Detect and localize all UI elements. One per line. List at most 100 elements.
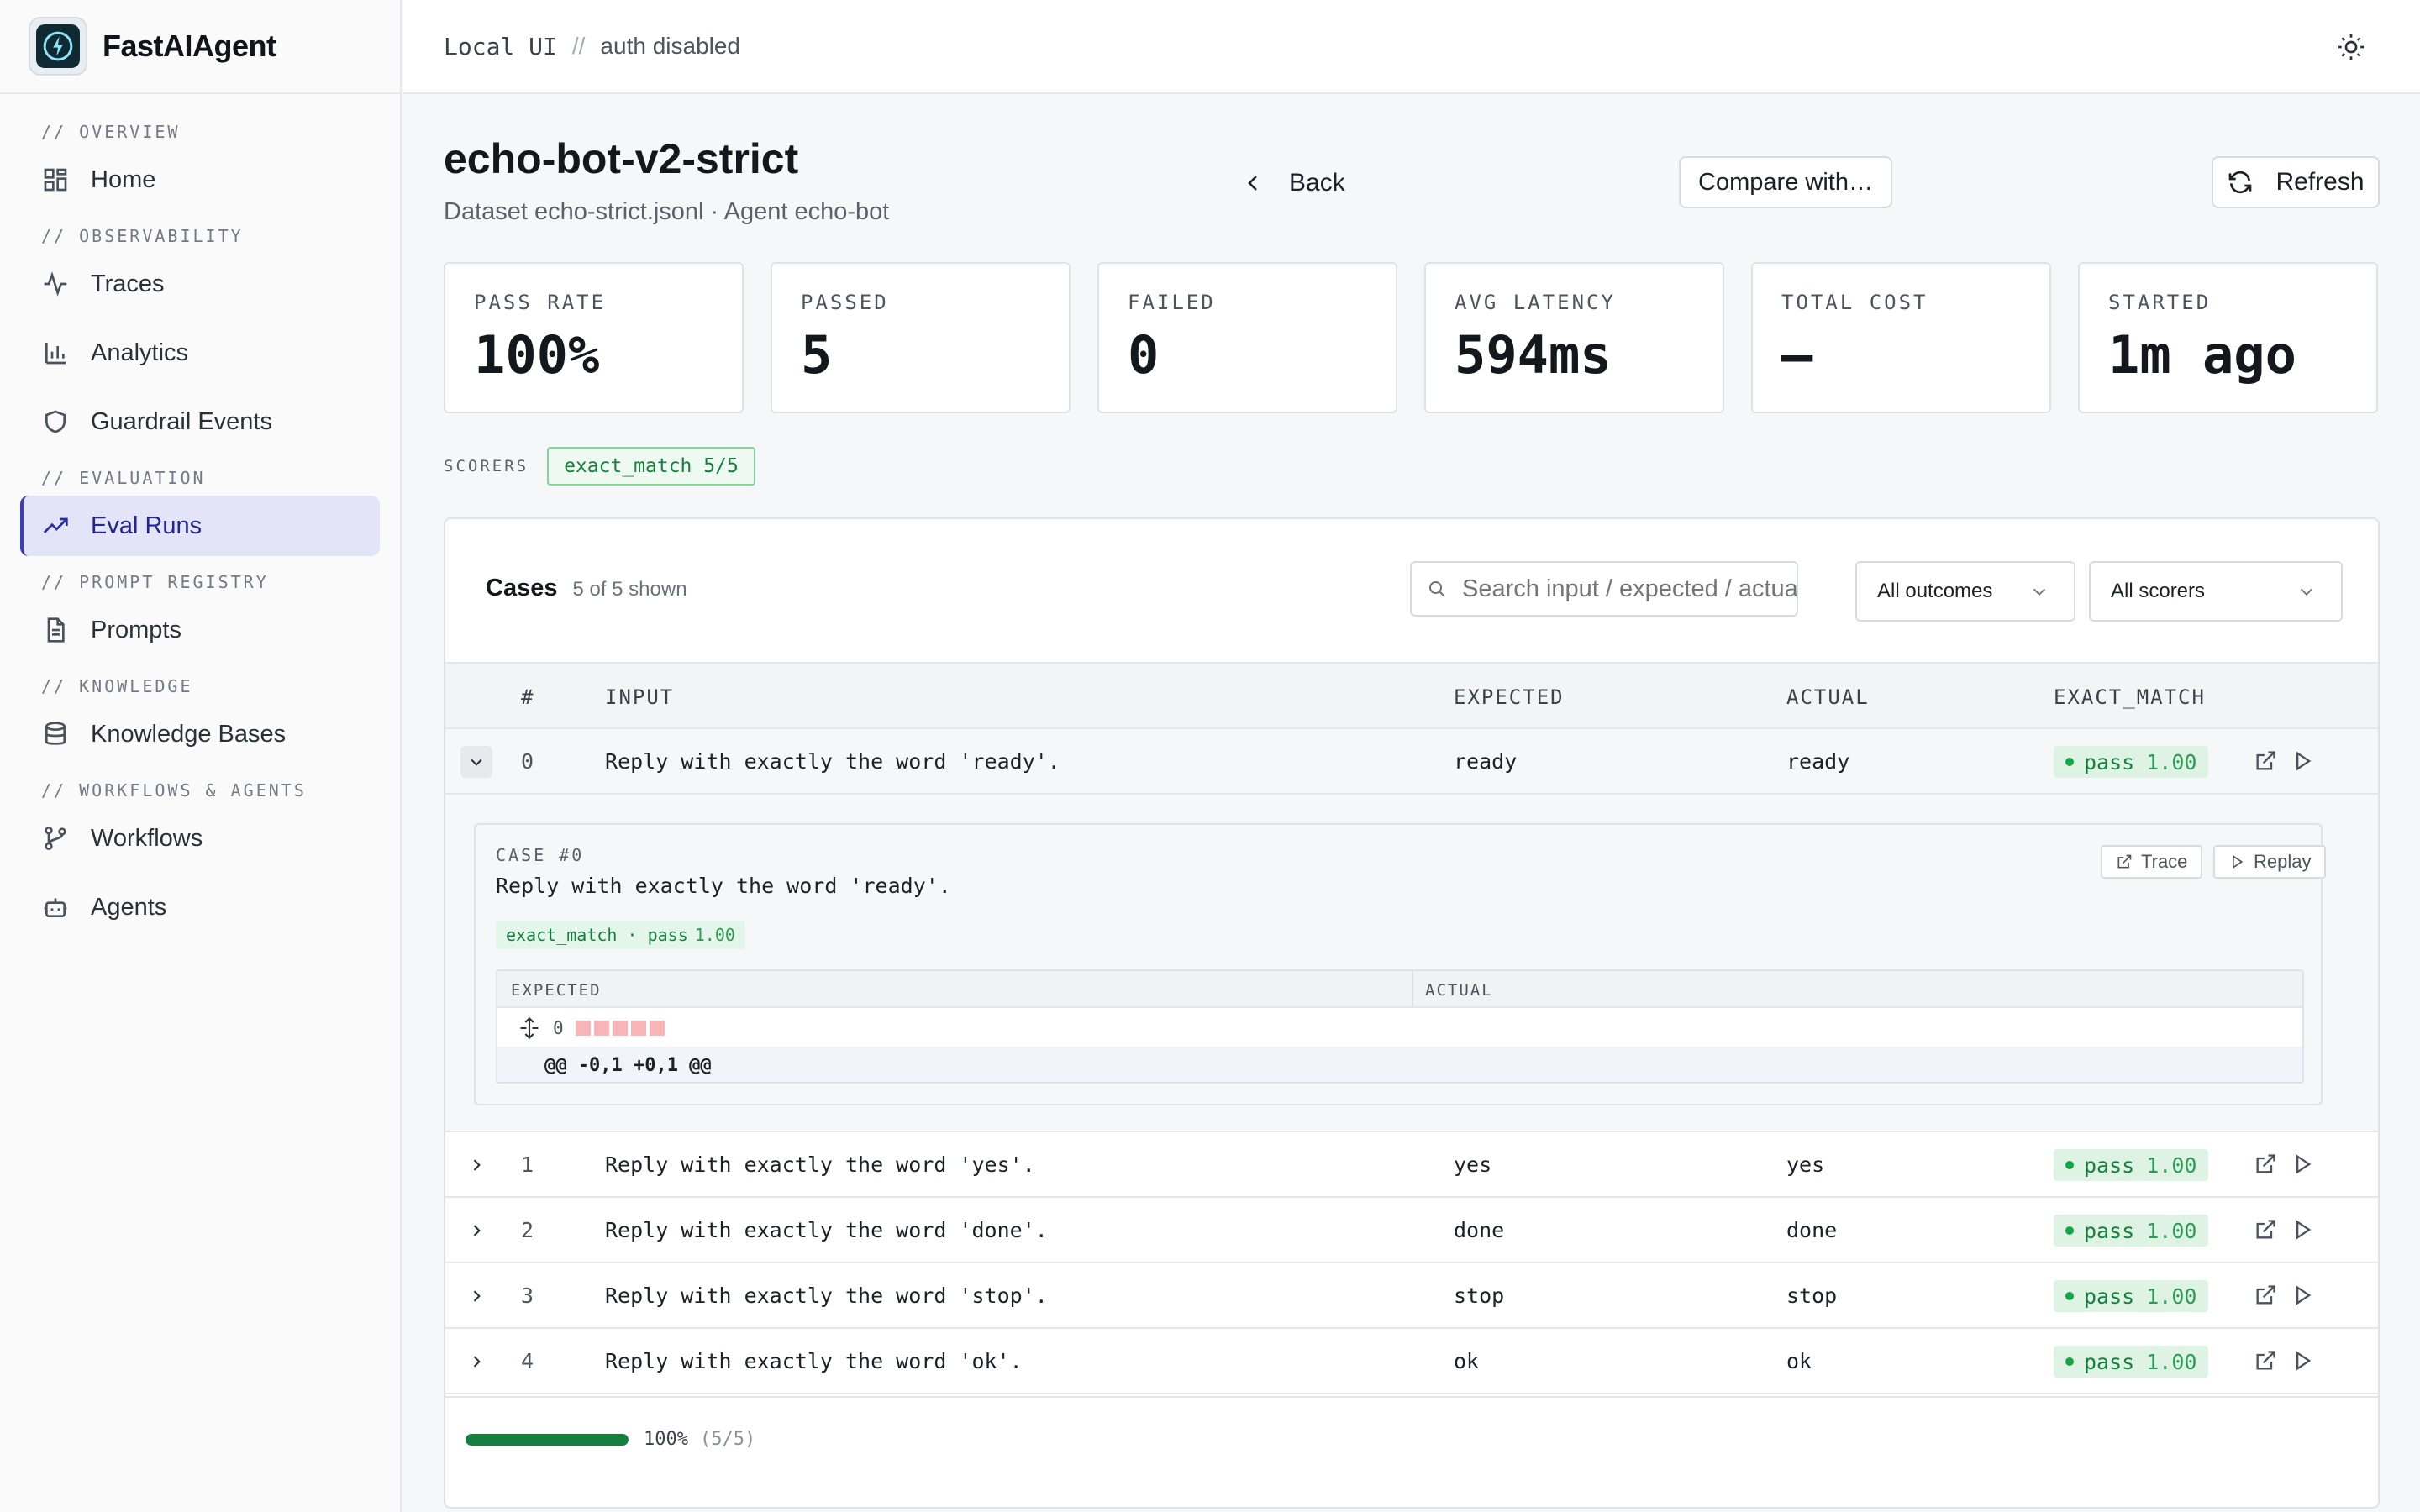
sidebar-item-guardrail-events[interactable]: Guardrail Events (20, 391, 380, 452)
replay-detail-button[interactable]: Replay (2213, 845, 2327, 879)
scorer-chip[interactable]: exact_match 5/5 (547, 447, 755, 486)
row-expected: ok (1454, 1349, 1480, 1373)
open-trace-button[interactable] (2254, 1284, 2277, 1307)
replay-label: Replay (2254, 851, 2312, 872)
stat-value: 5 (801, 324, 833, 386)
sidebar-item-prompts[interactable]: Prompts (20, 600, 380, 660)
table-row[interactable]: 2 Reply with exactly the word 'done'. do… (445, 1198, 2378, 1263)
scorer-filter-value: All scorers (2111, 580, 2206, 602)
expand-toggle[interactable] (460, 1280, 492, 1312)
replay-button[interactable] (2291, 1152, 2314, 1176)
stat-value: — (1781, 324, 1813, 386)
sidebar-item-agents[interactable]: Agents (20, 877, 380, 937)
sidebar-item-analytics[interactable]: Analytics (20, 323, 380, 383)
topbar-separator: // (571, 33, 586, 59)
chevron-right-icon (473, 1290, 481, 1302)
table-row[interactable]: 3 Reply with exactly the word 'stop'. st… (445, 1263, 2378, 1329)
row-num: 0 (521, 749, 534, 774)
external-link-icon (2256, 1154, 2275, 1173)
case-detail-row: CASE #0 Reply with exactly the word 'rea… (445, 795, 2378, 1132)
sun-icon[interactable] (2336, 32, 2366, 62)
outcome-badge: pass 1.00 (2054, 1280, 2208, 1312)
sidebar-item-label: Eval Runs (91, 512, 203, 539)
score-value: 1.00 (2146, 749, 2197, 774)
open-trace-button[interactable] (2254, 749, 2277, 773)
outcome-badge: pass 1.00 (2054, 1346, 2208, 1378)
back-button[interactable]: Back (1244, 158, 1345, 208)
page-title: echo-bot-v2-strict (444, 135, 799, 182)
diff-actual-header: ACTUAL (1425, 981, 1493, 1000)
table-row[interactable]: 1 Reply with exactly the word 'yes'. yes… (445, 1132, 2378, 1198)
sidebar-item-label: Guardrail Events (91, 407, 272, 435)
sidebar-item-home[interactable]: Home (20, 150, 380, 210)
row-input: Reply with exactly the word 'done'. (605, 1218, 1048, 1242)
logo (29, 17, 87, 76)
scorer-result-name: exact_match · pass (506, 925, 688, 945)
search-box[interactable] (1410, 561, 1798, 617)
search-input[interactable] (1462, 575, 1797, 603)
database-icon (45, 722, 66, 745)
row-num: 3 (521, 1284, 534, 1308)
replay-button[interactable] (2291, 1349, 2314, 1373)
sidebar-item-workflows[interactable]: Workflows (20, 808, 380, 869)
collapse-toggle[interactable] (460, 746, 492, 778)
sidebar-item-eval-runs[interactable]: Eval Runs (20, 496, 380, 556)
search-icon (1429, 581, 1445, 597)
row-expected: yes (1454, 1152, 1492, 1177)
expand-lines-icon[interactable] (518, 1016, 541, 1040)
row-expected: ready (1454, 749, 1518, 774)
progress-percent: 100% (644, 1429, 688, 1450)
expand-toggle[interactable] (460, 1346, 492, 1378)
outcome-label: pass (2084, 1349, 2135, 1374)
bot-icon (44, 898, 67, 917)
sidebar-item-label: Agents (91, 893, 167, 921)
topbar-auth-status: auth disabled (600, 33, 740, 59)
col-actual: ACTUAL (1786, 685, 1870, 709)
stat-label: TOTAL COST (1781, 291, 1928, 314)
stat-value: 100% (474, 324, 600, 386)
topbar: Local UI // auth disabled (403, 0, 2420, 94)
chevron-left-icon (1248, 176, 1257, 191)
chevron-right-icon (473, 1225, 481, 1236)
cases-header: Cases 5 of 5 shown (486, 575, 687, 602)
trace-button[interactable]: Trace (2101, 845, 2203, 879)
table-row[interactable]: 4 Reply with exactly the word 'ok'. ok o… (445, 1329, 2378, 1394)
replay-button[interactable] (2291, 1284, 2314, 1307)
open-trace-button[interactable] (2254, 1218, 2277, 1242)
refresh-button[interactable]: Refresh (2212, 156, 2380, 208)
brand[interactable]: FastAIAgent (0, 0, 400, 94)
expand-toggle[interactable] (460, 1215, 492, 1247)
shield-icon (45, 410, 66, 433)
open-trace-button[interactable] (2254, 1152, 2277, 1176)
grid-icon (44, 168, 67, 192)
play-icon (2296, 1285, 2312, 1305)
row-num: 2 (521, 1218, 534, 1242)
stats-row: PASS RATE 100% PASSED 5 FAILED 0 AVG LAT… (444, 262, 2378, 413)
row-actual: done (1786, 1218, 1838, 1242)
row-actual: yes (1786, 1152, 1825, 1177)
cases-table: # INPUT EXPECTED ACTUAL EXACT_MATCH 0 Re… (445, 662, 2378, 1394)
sidebar-item-label: Traces (91, 270, 165, 297)
outcome-filter-select[interactable]: All outcomes (1855, 561, 2075, 622)
cases-title: Cases (486, 575, 558, 601)
row-actual: stop (1786, 1284, 1838, 1308)
table-header: # INPUT EXPECTED ACTUAL EXACT_MATCH (445, 662, 2378, 729)
table-row[interactable]: 0 Reply with exactly the word 'ready'. r… (445, 729, 2378, 795)
stat-total-cost: TOTAL COST — (1751, 262, 2051, 413)
sidebar-item-knowledge-bases[interactable]: Knowledge Bases (20, 704, 380, 764)
compare-button[interactable]: Compare with… (1679, 156, 1892, 208)
bolt-icon (43, 31, 73, 61)
chevron-right-icon (473, 1356, 481, 1368)
replay-button[interactable] (2291, 749, 2314, 773)
replay-button[interactable] (2291, 1218, 2314, 1242)
scorer-filter-select[interactable]: All scorers (2089, 561, 2343, 622)
play-icon (2296, 1220, 2312, 1240)
sidebar: FastAIAgent // OVERVIEW Home // OBSERVAB… (0, 0, 402, 1512)
external-link-icon (2118, 854, 2132, 869)
expand-toggle[interactable] (460, 1149, 492, 1181)
sidebar-item-traces[interactable]: Traces (20, 254, 380, 314)
sidebar-item-label: Analytics (91, 339, 189, 366)
back-label: Back (1289, 169, 1345, 197)
open-trace-button[interactable] (2254, 1349, 2277, 1373)
col-input: INPUT (605, 685, 675, 709)
